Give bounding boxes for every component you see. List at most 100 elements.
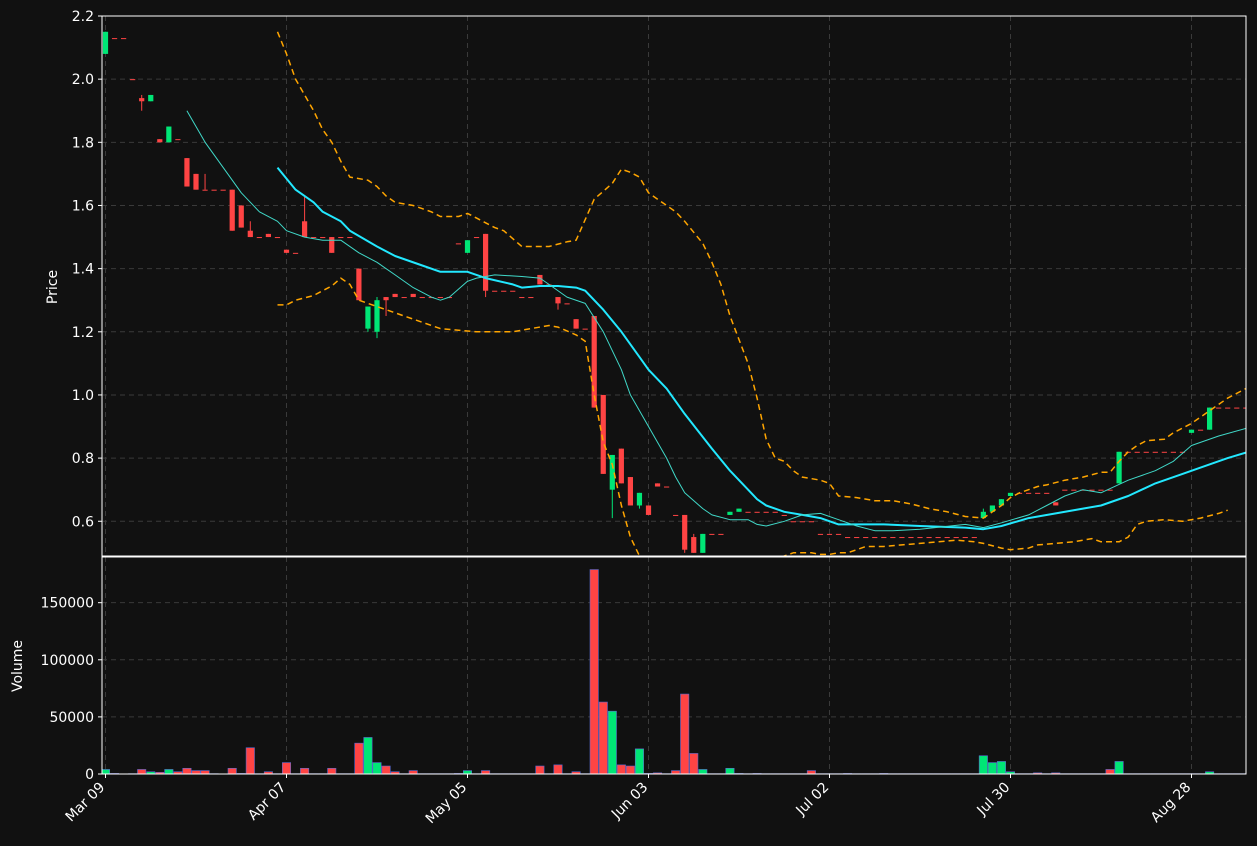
candle-body (347, 237, 353, 239)
candle-body (492, 290, 498, 292)
volume-bar (300, 767, 310, 774)
candle-body (1197, 429, 1204, 431)
candle-body (1062, 489, 1068, 491)
candle-body (591, 316, 597, 408)
candle-body (609, 454, 615, 490)
candle-body (1188, 429, 1195, 433)
candle-body (917, 537, 923, 539)
candle-body (1152, 451, 1158, 453)
candle-body (863, 537, 869, 539)
candle-body (745, 511, 751, 513)
candle-body (356, 268, 362, 301)
candle-body (781, 514, 787, 516)
volume-bar (671, 770, 681, 774)
volume-bar (102, 769, 111, 774)
candle-body (645, 505, 652, 515)
candle-body (1053, 502, 1059, 506)
volume-bar (372, 762, 382, 774)
volume-bar (137, 769, 147, 774)
candle-body (166, 126, 172, 143)
price-tick-label: 0.8 (72, 451, 94, 467)
candle-body (220, 189, 226, 191)
candle-body (935, 537, 941, 539)
volume-bar (191, 770, 201, 774)
volume-bar (408, 770, 418, 774)
candle-body (265, 233, 271, 238)
candle-body (102, 31, 109, 54)
candle-body (202, 189, 208, 191)
candle-body (718, 533, 724, 535)
volume-bar (481, 770, 491, 774)
price-tick-label: 1.8 (72, 135, 94, 151)
volume-bar (182, 767, 192, 774)
candle-body (184, 158, 190, 187)
volume-bar (227, 767, 237, 774)
candle-body (229, 189, 235, 231)
volume-bar (1114, 761, 1124, 774)
candle-body (808, 521, 814, 523)
volume-tick-label: 0 (85, 767, 94, 783)
volume-bar (245, 747, 255, 774)
volume-bar (462, 770, 472, 774)
candle-body (419, 297, 425, 299)
candle-body (654, 483, 661, 487)
volume-bar (978, 755, 988, 774)
candle-body (473, 237, 480, 239)
candle-body (1035, 492, 1041, 494)
candle-body (1116, 451, 1122, 484)
volume-bar (1105, 769, 1115, 774)
candle-body (872, 537, 878, 539)
volume-bar (689, 753, 699, 774)
stock-chart: 0.6 0.8 1.0 1.2 1.4 1.6 1.8 2.0 2.2 0 50000 100000… (0, 0, 1257, 846)
volume-bar (607, 710, 617, 774)
volume-bar (680, 693, 690, 774)
candle-body (700, 533, 706, 553)
candle-body (130, 79, 136, 81)
candle-body (338, 237, 344, 239)
candle-body (1161, 451, 1167, 453)
volume-axis-title: Volume (10, 640, 26, 692)
candle-body (1026, 492, 1032, 494)
candle-body (564, 303, 570, 305)
candle-body (374, 300, 380, 332)
candle-body (618, 448, 624, 484)
candle-body (483, 233, 489, 291)
candle-body (501, 290, 507, 292)
candle-body (1143, 451, 1149, 453)
candle-body (383, 297, 389, 301)
candle-body (519, 297, 525, 299)
candle-body (854, 537, 860, 539)
candle-body (673, 514, 679, 516)
candle-body (727, 511, 733, 515)
volume-bar (996, 761, 1006, 774)
candle-body (274, 237, 281, 239)
candle-body (247, 230, 253, 238)
volume-bar (806, 770, 816, 774)
candle-body (754, 511, 760, 513)
candle-body (139, 98, 145, 102)
volume-bar (553, 764, 563, 774)
candle-body (1044, 492, 1050, 494)
volume-bar (589, 569, 599, 774)
volume-bar (598, 701, 608, 774)
candle-body (211, 189, 217, 191)
candle-body (826, 533, 833, 535)
candle-body (1007, 492, 1014, 496)
candle-body (555, 297, 561, 304)
candle-body (1134, 451, 1140, 453)
volume-bar (327, 767, 337, 774)
candle-body (437, 297, 443, 299)
candle-body (1234, 407, 1240, 409)
volume-bar (381, 765, 391, 774)
candle-body (736, 508, 742, 512)
volume-bar (363, 737, 373, 774)
volume-bar (616, 764, 626, 774)
candle-body (763, 511, 769, 513)
candle-body (953, 537, 959, 539)
volume-tick-label: 50000 (49, 710, 94, 726)
candle-body (283, 249, 290, 253)
candle-body (1071, 489, 1077, 491)
candle-body (148, 94, 154, 102)
candle-body (1170, 451, 1176, 453)
candle-body (944, 537, 950, 539)
